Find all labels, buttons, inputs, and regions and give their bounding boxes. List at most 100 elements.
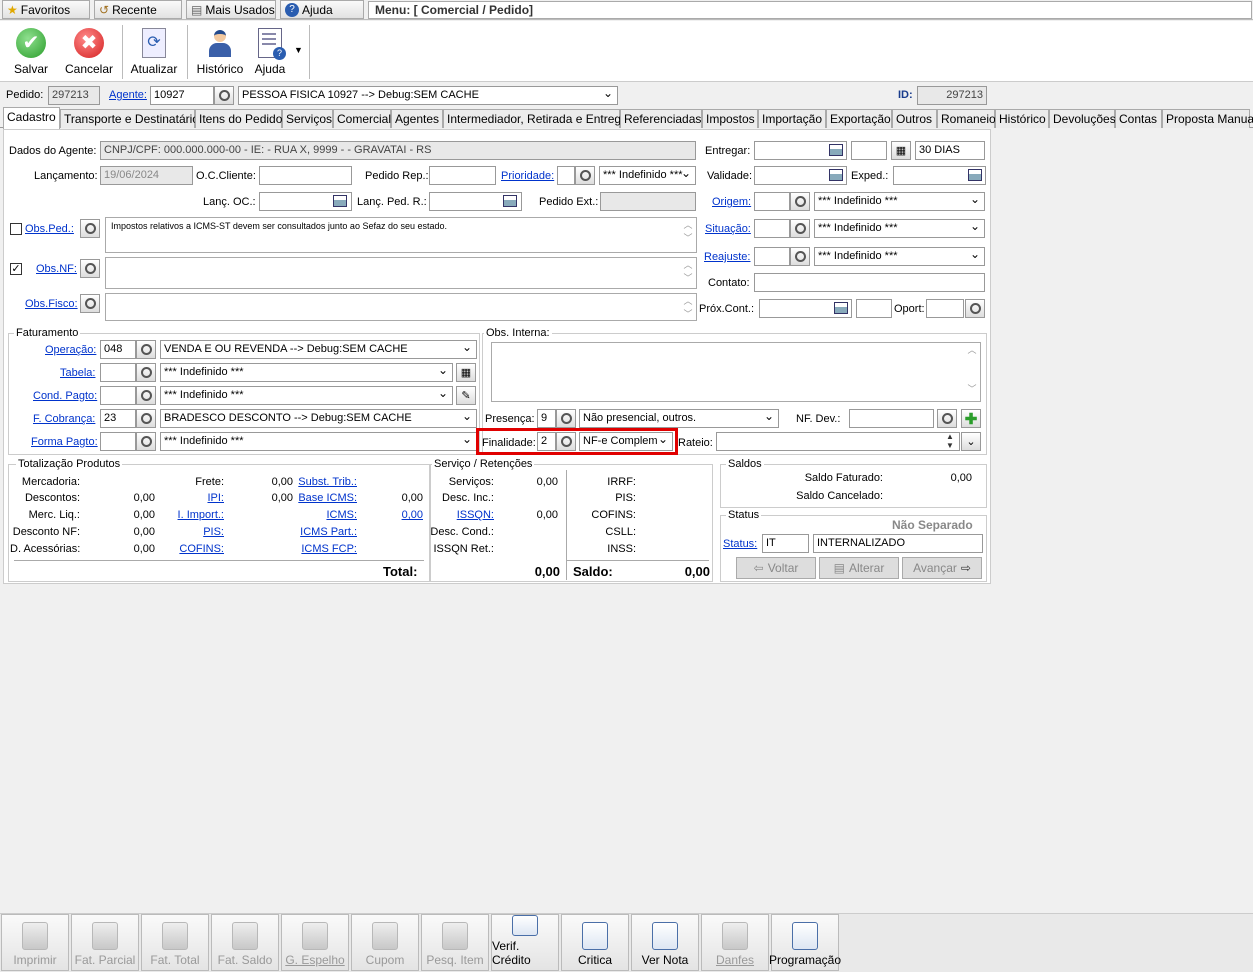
pesq-item-button[interactable]: Pesq. Item: [421, 914, 489, 971]
icms-value-link[interactable]: 0,00: [373, 509, 423, 521]
forma-pagto-code-input[interactable]: [100, 432, 136, 451]
cond-pagto-link[interactable]: Cond. Pagto:: [33, 390, 97, 402]
calendar-icon[interactable]: [829, 169, 843, 181]
cond-pagto-edit-button[interactable]: ✎: [456, 386, 476, 405]
nf-dev-search-button[interactable]: [937, 409, 957, 428]
presenca-search-button[interactable]: [556, 409, 576, 428]
programacao-button[interactable]: Programação: [769, 914, 841, 971]
reajuste-code-input[interactable]: [754, 247, 790, 266]
tab-servicos[interactable]: Serviços: [282, 109, 333, 128]
scrollbar[interactable]: ︿ ﹀: [681, 259, 695, 285]
origem-select[interactable]: *** Indefinido ***: [814, 192, 985, 211]
tab-importacao[interactable]: Importação: [758, 109, 826, 128]
refresh-button[interactable]: ⟳ Atualizar: [130, 22, 178, 80]
forma-pagto-link[interactable]: Forma Pagto:: [31, 436, 98, 448]
tabela-link[interactable]: Tabela:: [60, 367, 95, 379]
cond-pagto-search-button[interactable]: [136, 386, 156, 405]
obs-interna-textarea[interactable]: ︿ ﹀: [491, 342, 981, 402]
tab-ajuda[interactable]: ? Ajuda: [280, 0, 364, 19]
f-cobranca-select[interactable]: BRADESCO DESCONTO --> Debug:SEM CACHE: [160, 409, 477, 428]
fat-saldo-button[interactable]: Fat. Saldo: [211, 914, 279, 971]
origem-search-button[interactable]: [790, 192, 810, 211]
save-button[interactable]: ✔ Salvar: [8, 22, 54, 80]
icms-fcp-link[interactable]: ICMS FCP:: [290, 543, 357, 555]
entregar-calc-button[interactable]: ▦: [891, 141, 911, 160]
tab-exportacao[interactable]: Exportação: [826, 109, 892, 128]
status-link[interactable]: Status:: [723, 538, 757, 550]
prioridade-code-input[interactable]: [557, 166, 575, 185]
calendar-icon[interactable]: [834, 302, 848, 314]
icms-link[interactable]: ICMS:: [290, 509, 357, 521]
fat-total-button[interactable]: Fat. Total: [141, 914, 209, 971]
tab-devolucoes[interactable]: Devoluções: [1049, 109, 1116, 128]
verif-credito-button[interactable]: Verif. Crédito: [491, 914, 559, 971]
operacao-link[interactable]: Operação:: [45, 344, 96, 356]
agente-search-button[interactable]: [214, 86, 234, 105]
cond-pagto-code-input[interactable]: [100, 386, 136, 405]
reajuste-link[interactable]: Reajuste:: [704, 251, 750, 263]
avancar-button[interactable]: Avançar ⇨: [902, 557, 982, 579]
status-code-field[interactable]: IT: [762, 534, 809, 553]
situacao-select[interactable]: *** Indefinido ***: [814, 219, 985, 238]
origem-code-input[interactable]: [754, 192, 790, 211]
i-import-link[interactable]: I. Import.:: [160, 509, 224, 521]
reajuste-select[interactable]: *** Indefinido ***: [814, 247, 985, 266]
obs-nf-checkbox[interactable]: ✓: [10, 263, 22, 275]
calendar-icon[interactable]: [503, 195, 517, 207]
tab-proposta-manual[interactable]: Proposta Manual: [1162, 109, 1253, 128]
help-dropdown-arrow[interactable]: ▼: [294, 45, 303, 55]
cancel-button[interactable]: ✖ Cancelar: [64, 22, 114, 80]
base-icms-link[interactable]: Base ICMS:: [290, 492, 357, 504]
pis-link[interactable]: PIS:: [160, 526, 224, 538]
tab-transporte-e-destinatario[interactable]: Transporte e Destinatário: [60, 109, 199, 128]
f-cobranca-search-button[interactable]: [136, 409, 156, 428]
operacao-code-input[interactable]: 048: [100, 340, 136, 359]
obs-ped-link[interactable]: Obs.Ped.:: [25, 223, 74, 235]
obs-fisco-search-button[interactable]: [80, 294, 100, 313]
scrollbar[interactable]: ︿ ﹀: [681, 295, 695, 321]
forma-pagto-search-button[interactable]: [136, 432, 156, 451]
tab-cadastro[interactable]: Cadastro: [3, 107, 60, 129]
tab-favoritos[interactable]: ★ Favoritos: [2, 0, 90, 19]
imprimir-button[interactable]: Imprimir: [1, 914, 69, 971]
tab-agentes[interactable]: Agentes: [391, 109, 443, 128]
tabela-calc-button[interactable]: ▦: [456, 363, 476, 382]
scrollbar[interactable]: ︿ ﹀: [965, 344, 979, 396]
scrollbar[interactable]: ︿ ﹀: [681, 219, 695, 245]
tab-romaneio[interactable]: Romaneio: [937, 109, 996, 128]
f-cobranca-link[interactable]: F. Cobrança:: [33, 413, 95, 425]
voltar-button[interactable]: ⇦ Voltar: [736, 557, 816, 579]
tab-impostos[interactable]: Impostos: [702, 109, 758, 128]
pedido-rep-input[interactable]: [429, 166, 496, 185]
tab-contas[interactable]: Contas: [1115, 109, 1162, 128]
finalidade-select[interactable]: NF-e Complem: [579, 432, 673, 451]
presenca-code-input[interactable]: 9: [537, 409, 556, 428]
cond-pagto-select[interactable]: *** Indefinido ***: [160, 386, 453, 405]
tab-intermediador-retirada-e-entrega[interactable]: Intermediador, Retirada e Entrega: [443, 109, 628, 128]
obs-nf-search-button[interactable]: [80, 259, 100, 278]
presenca-select[interactable]: Não presencial, outros.: [579, 409, 779, 428]
contato-input[interactable]: [754, 273, 985, 292]
tab-historico[interactable]: Histórico: [995, 109, 1049, 128]
oport-input[interactable]: [926, 299, 964, 318]
rateio-input[interactable]: [716, 432, 960, 451]
prox-cont-time-input[interactable]: [856, 299, 892, 318]
origem-link[interactable]: Origem:: [712, 196, 751, 208]
cupom-button[interactable]: Cupom: [351, 914, 419, 971]
add-icon[interactable]: ✚: [961, 409, 981, 428]
rateio-dropdown-button[interactable]: ⌄: [961, 432, 981, 451]
agente-select[interactable]: PESSOA FISICA 10927 --> Debug:SEM CACHE: [238, 86, 618, 105]
obs-ped-checkbox[interactable]: [10, 223, 22, 235]
rateio-spinner[interactable]: ▲ ▼: [946, 432, 954, 450]
f-cobranca-code-input[interactable]: 23: [100, 409, 136, 428]
tab-outros[interactable]: Outros: [892, 109, 937, 128]
subst-trib-link[interactable]: Subst. Trib.:: [290, 476, 357, 488]
tabela-select[interactable]: *** Indefinido ***: [160, 363, 453, 382]
issqn-link[interactable]: ISSQN:: [430, 509, 494, 521]
oc-cliente-input[interactable]: [259, 166, 352, 185]
obs-fisco-textarea[interactable]: ︿ ﹀: [105, 293, 697, 321]
calendar-icon[interactable]: [333, 195, 347, 207]
tab-mais-usados[interactable]: ▤ Mais Usados: [186, 0, 276, 19]
tab-comercial[interactable]: Comercial: [333, 109, 391, 128]
finalidade-code-input[interactable]: 2: [537, 432, 556, 451]
